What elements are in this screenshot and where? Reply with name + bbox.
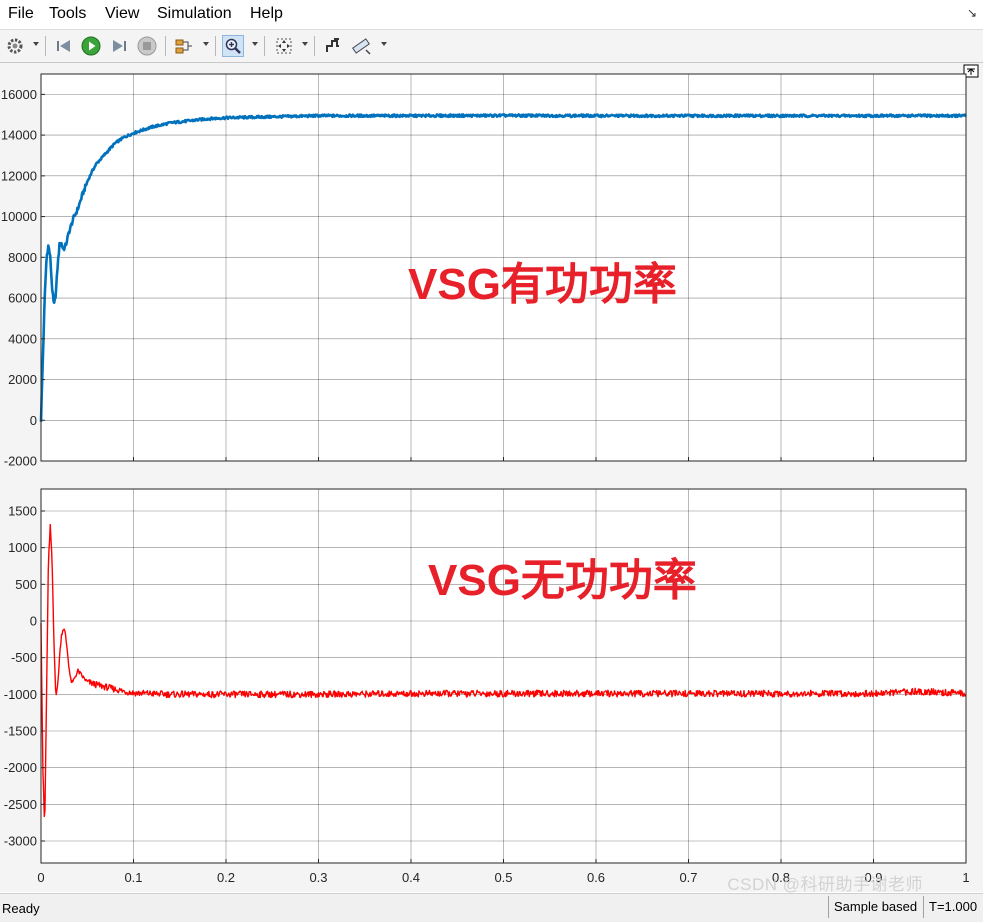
stop-icon[interactable] [136,35,158,57]
cursor-measure-icon[interactable] [351,35,373,57]
x-tick-label: 0.4 [402,870,420,885]
toolbar-separator [45,36,46,56]
y-tick-label: 14000 [1,128,37,143]
y-tick-label: 0 [30,614,37,629]
settings-dropdown-icon[interactable] [33,42,39,46]
y-tick-label: 1500 [8,504,37,519]
x-tick-label: 0.6 [587,870,605,885]
settings-gear-icon[interactable] [4,35,26,57]
y-tick-label: -2500 [4,797,37,812]
y-tick-label: 1000 [8,540,37,555]
signal-selector-dropdown-icon[interactable] [203,42,209,46]
status-bar: Ready Sample based T=1.000 [0,893,983,922]
y-tick-label: 500 [15,577,37,592]
y-tick-label: 2000 [8,372,37,387]
measure-dropdown-icon[interactable] [381,42,387,46]
y-tick-label: -2000 [4,454,37,469]
chart-annotation: VSG无功功率 [428,556,697,605]
x-tick-label: 0 [37,870,44,885]
menu-tools[interactable]: Tools [49,5,86,23]
status-ready-text: Ready [2,901,40,916]
status-right-panel: Sample based T=1.000 [828,896,983,918]
style-icon[interactable] [322,35,344,57]
zoom-in-icon[interactable] [222,35,244,57]
menu-file[interactable]: File [8,5,34,23]
x-tick-label: 0.3 [309,870,327,885]
y-tick-label: -2000 [4,760,37,775]
menu-view[interactable]: View [105,5,139,23]
menu-simulation[interactable]: Simulation [157,5,232,23]
toolbar-separator [165,36,166,56]
x-tick-label: 1 [962,870,969,885]
toolbar-separator [314,36,315,56]
undock-arrow-icon[interactable]: ↘ [967,6,977,20]
toolbar [0,30,983,63]
x-tick-label: 0.5 [494,870,512,885]
step-back-icon[interactable] [53,35,75,57]
zoom-dropdown-icon[interactable] [252,42,258,46]
y-tick-label: -1000 [4,687,37,702]
y-tick-label: -3000 [4,834,37,849]
menu-help[interactable]: Help [250,5,283,23]
toolbar-separator [215,36,216,56]
fit-to-view-icon[interactable] [273,35,295,57]
step-forward-icon[interactable] [108,35,130,57]
y-tick-label: 12000 [1,168,37,183]
y-tick-label: -1500 [4,724,37,739]
watermark: CSDN @科研助手谢老师 [727,875,923,894]
menu-bar: File Tools View Simulation Help ↘ [0,0,983,30]
y-tick-label: 8000 [8,250,37,265]
scope-plot-area: -2000 0 2000 4000 6000 8000 10000 12000 14000 160… [0,63,983,892]
status-sample-mode: Sample based [828,896,917,918]
y-tick-label: 0 [30,413,37,428]
x-tick-label: 0.1 [124,870,142,885]
y-tick-label: 4000 [8,331,37,346]
chart-annotation: VSG有功功率 [408,260,677,309]
x-tick-label: 0.2 [217,870,235,885]
y-tick-label: -500 [11,650,37,665]
y-tick-label: 6000 [8,291,37,306]
reactive-power-axes[interactable]: -3000 -2500 -2000 -1500 -1000 -500 0 500 1000 150… [4,488,970,885]
signal-selector-icon[interactable] [173,35,195,57]
y-tick-label: 16000 [1,87,37,102]
active-power-axes[interactable]: -2000 0 2000 4000 6000 8000 10000 12000 14000 160… [1,73,967,469]
run-icon[interactable] [80,35,102,57]
fit-dropdown-icon[interactable] [302,42,308,46]
toolbar-separator [264,36,265,56]
y-tick-label: 10000 [1,209,37,224]
status-time: T=1.000 [923,896,977,918]
x-tick-label: 0.7 [679,870,697,885]
scope-canvas[interactable]: -200002000400060008000100001200014000160… [0,63,983,892]
